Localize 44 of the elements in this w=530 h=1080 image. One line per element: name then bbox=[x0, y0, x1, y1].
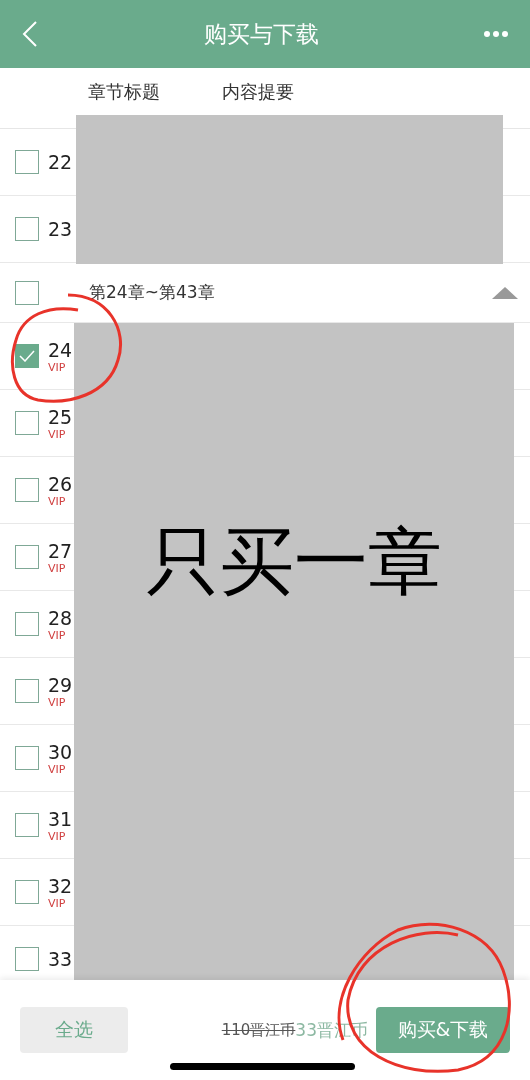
page-title: 购买与下载 bbox=[203, 19, 319, 49]
vip-tag: VIP bbox=[48, 360, 73, 374]
vip-tag: VIP bbox=[48, 829, 73, 843]
vip-tag: VIP bbox=[48, 762, 73, 776]
tab[interactable]: 章节标题 bbox=[88, 79, 160, 104]
chapter-number: 23 bbox=[48, 218, 73, 240]
chapter-number: 22 bbox=[48, 151, 73, 173]
chapter-group-title[interactable]: 第24章~第43章 bbox=[89, 281, 492, 304]
checkbox[interactable] bbox=[15, 478, 39, 502]
chapter-number: 26 bbox=[48, 472, 73, 495]
checkbox[interactable] bbox=[15, 880, 39, 904]
checkbox[interactable] bbox=[15, 344, 39, 368]
checkbox[interactable] bbox=[15, 813, 39, 837]
chapter-number: 29 bbox=[48, 673, 73, 696]
vip-tag: VIP bbox=[48, 494, 73, 508]
tab[interactable]: 内容提要 bbox=[222, 79, 294, 104]
checkbox[interactable] bbox=[15, 612, 39, 636]
chapter-number: 27 bbox=[48, 539, 73, 562]
vip-tag: VIP bbox=[48, 896, 73, 910]
chapter-number: 31 bbox=[48, 807, 73, 830]
checkbox[interactable] bbox=[15, 411, 39, 435]
checkbox[interactable] bbox=[15, 746, 39, 770]
vip-tag: VIP bbox=[48, 561, 73, 575]
chapter-number: 32 bbox=[48, 874, 73, 897]
vip-tag: VIP bbox=[48, 695, 73, 709]
checkbox[interactable] bbox=[15, 150, 39, 174]
checkmark-icon bbox=[19, 350, 35, 362]
vip-tag: VIP bbox=[48, 628, 73, 642]
checkbox[interactable] bbox=[15, 947, 39, 971]
back-icon[interactable] bbox=[22, 20, 38, 48]
checkbox[interactable] bbox=[15, 280, 39, 305]
original-price: 110晋江币 bbox=[221, 1020, 296, 1040]
chapter-number: 30 bbox=[48, 740, 73, 763]
chapter-number: 24 bbox=[48, 338, 73, 361]
chapter-number: 25 bbox=[48, 405, 73, 428]
collapse-triangle-icon[interactable] bbox=[492, 286, 518, 299]
checkbox[interactable] bbox=[15, 545, 39, 569]
chapter-number: 28 bbox=[48, 606, 73, 629]
annotation-text: 只买一章 bbox=[146, 517, 442, 603]
checkbox[interactable] bbox=[15, 217, 39, 241]
vip-tag: VIP bbox=[48, 427, 73, 441]
chapter-number: 33 bbox=[48, 948, 73, 970]
checkbox[interactable] bbox=[15, 679, 39, 703]
more-icon[interactable] bbox=[484, 31, 508, 37]
